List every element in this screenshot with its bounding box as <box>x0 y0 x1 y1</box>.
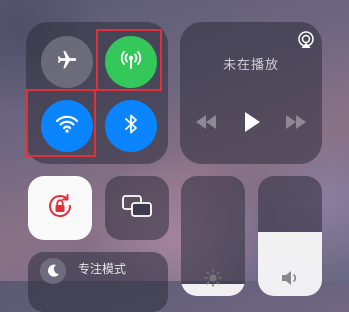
speaker-icon <box>280 268 300 288</box>
rewind-icon[interactable] <box>194 112 218 132</box>
play-icon[interactable] <box>240 110 264 134</box>
cellular-highlight-box <box>96 29 162 91</box>
moon-icon <box>40 258 66 284</box>
bluetooth-button[interactable] <box>105 100 157 152</box>
focus-mode-button[interactable]: 专注模式 <box>28 252 168 312</box>
wifi-highlight-box <box>26 89 96 157</box>
airplay-icon[interactable] <box>296 30 316 50</box>
sun-icon <box>203 268 223 288</box>
screen-mirroring-button[interactable] <box>105 176 169 240</box>
orientation-lock-button[interactable] <box>28 176 92 240</box>
bluetooth-icon <box>123 113 139 139</box>
focus-mode-label: 专注模式 <box>78 262 127 276</box>
brightness-slider[interactable] <box>181 176 245 296</box>
volume-slider[interactable] <box>258 176 322 296</box>
screen-mirroring-icon <box>121 193 153 223</box>
airplane-mode-button[interactable] <box>41 36 93 88</box>
now-playing-title: 未在播放 <box>222 58 279 73</box>
airplane-icon <box>56 49 78 75</box>
fast-forward-icon[interactable] <box>284 112 308 132</box>
rotation-lock-icon <box>45 191 75 225</box>
